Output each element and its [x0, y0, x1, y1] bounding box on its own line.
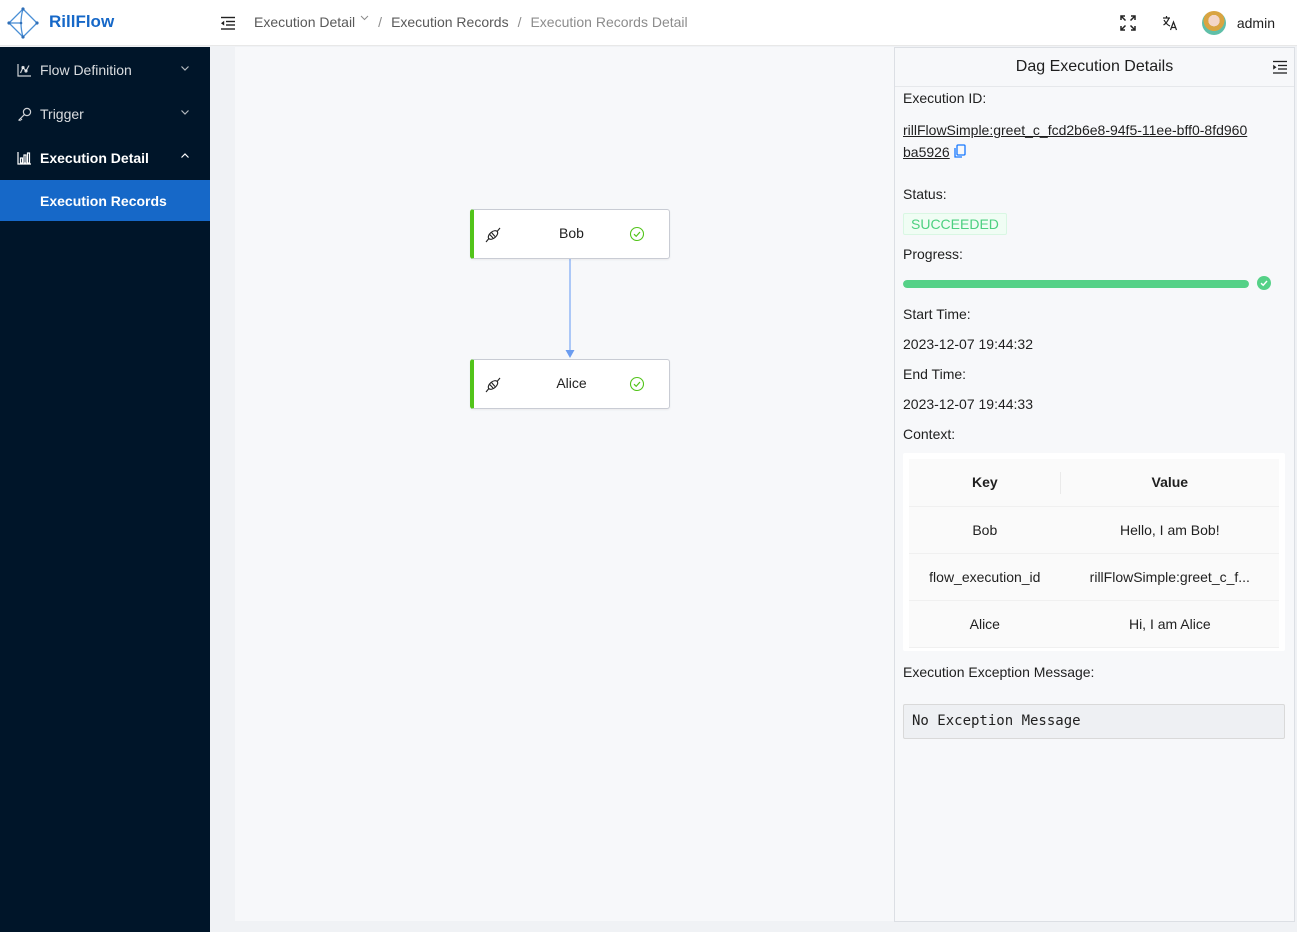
copy-icon[interactable]: [954, 144, 966, 158]
menu-unfold-icon[interactable]: [1272, 59, 1288, 75]
start-time-label: Start Time:: [903, 306, 971, 322]
panel-title: Dag Execution Details: [895, 48, 1294, 87]
chevron-down-icon: [181, 110, 189, 115]
context-table: Key Value Bob Hello, I am Bob! flow_exec…: [903, 453, 1285, 651]
breadcrumb-item-execution-records[interactable]: Execution Records: [391, 14, 509, 30]
progress-bar: [903, 280, 1249, 288]
sidebar-item-label: Execution Detail: [40, 150, 149, 166]
status-badge: SUCCEEDED: [903, 213, 1007, 235]
exception-message-box: No Exception Message: [903, 704, 1285, 739]
chart-line-icon: [16, 62, 32, 78]
dag-node-bob[interactable]: Bob: [470, 209, 670, 259]
table-header-row: Key Value: [909, 459, 1279, 507]
cell-value: rillFlowSimple:greet_c_f...: [1060, 553, 1279, 601]
breadcrumb-item-execution-detail[interactable]: Execution Detail: [254, 14, 355, 30]
sidebar-item-execution-detail[interactable]: Execution Detail: [0, 136, 210, 180]
cell-key: Bob: [909, 506, 1061, 554]
chevron-down-icon[interactable]: [360, 15, 369, 21]
top-header: RillFlow Execution Detail / Execution Re…: [0, 0, 1297, 46]
sidebar-item-label: Execution Records: [40, 192, 167, 209]
rillflow-logo-icon: [7, 7, 39, 39]
sidebar-item-label: Flow Definition: [40, 62, 132, 78]
header-actions: admin: [1118, 0, 1275, 46]
breadcrumb-separator: /: [378, 14, 383, 30]
sidebar-item-label: Trigger: [40, 106, 84, 122]
execution-id-link[interactable]: rillFlowSimple:greet_c_fcd2b6e8-94f5-11e…: [903, 119, 1248, 163]
status-label: Status:: [903, 186, 947, 202]
cell-key: flow_execution_id: [909, 553, 1061, 601]
sidebar: Flow Definition Trigger Execution Detail…: [0, 47, 210, 932]
chevron-up-icon: [181, 153, 189, 158]
breadcrumb: Execution Detail / Execution Records / E…: [254, 14, 688, 30]
sidebar-item-flow-definition[interactable]: Flow Definition: [0, 48, 210, 92]
dag-edge-bob-alice: [565, 258, 575, 358]
column-header-key: Key: [909, 459, 1061, 507]
avatar[interactable]: [1201, 11, 1226, 35]
table-row: Bob Hello, I am Bob!: [909, 506, 1279, 554]
progress-bar-fill: [903, 280, 1249, 288]
sidebar-subitem-execution-records[interactable]: Execution Records: [0, 180, 210, 221]
context-label: Context:: [903, 426, 956, 442]
username[interactable]: admin: [1237, 15, 1275, 31]
bar-chart-icon: [16, 150, 32, 166]
start-time-value: 2023-12-07 19:44:32: [903, 336, 1033, 352]
dag-canvas[interactable]: Bob Alice: [235, 47, 894, 921]
breadcrumb-item-current: Execution Records Detail: [530, 14, 688, 30]
table-row: flow_execution_id rillFlowSimple:greet_c…: [909, 553, 1279, 601]
key-icon: [16, 106, 32, 122]
exception-label: Execution Exception Message:: [903, 664, 1095, 680]
end-time-label: End Time:: [903, 366, 967, 382]
execution-details-panel: Dag Execution Details Execution ID: rill…: [894, 47, 1295, 922]
end-time-value: 2023-12-07 19:44:33: [903, 396, 1033, 412]
panel-title-text: Dag Execution Details: [1015, 58, 1174, 75]
cell-value: Hi, I am Alice: [1060, 600, 1279, 648]
dag-node-alice[interactable]: Alice: [470, 359, 670, 409]
check-circle-icon: [629, 226, 645, 242]
progress-label: Progress:: [903, 246, 963, 262]
menu-fold-icon[interactable]: [220, 15, 236, 31]
fullscreen-icon[interactable]: [1118, 13, 1138, 33]
breadcrumb-separator: /: [517, 14, 522, 30]
table-row: Alice Hi, I am Alice: [909, 600, 1279, 648]
brand-name: RillFlow: [49, 12, 115, 31]
chevron-down-icon: [181, 66, 189, 71]
cell-key: Alice: [909, 600, 1061, 648]
sidebar-item-trigger[interactable]: Trigger: [0, 92, 210, 136]
translate-icon[interactable]: [1160, 13, 1180, 33]
column-header-value: Value: [1060, 459, 1279, 507]
check-circle-icon: [629, 376, 645, 392]
check-circle-filled-icon: [1257, 276, 1271, 290]
cell-value: Hello, I am Bob!: [1060, 506, 1279, 554]
execution-id-label: Execution ID:: [903, 90, 987, 106]
